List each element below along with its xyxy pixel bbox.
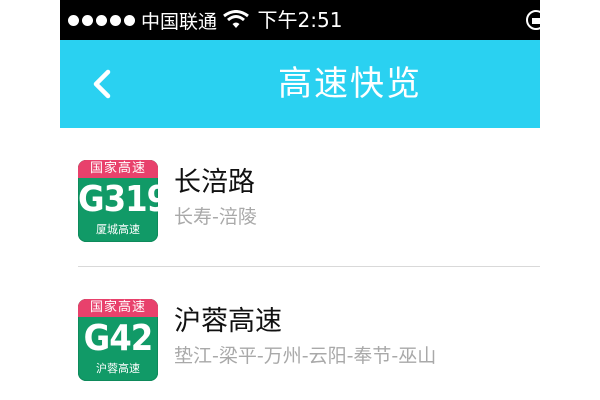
highway-shield-icon: 国家高速 G319 厦城高速: [78, 160, 158, 242]
navigation-bar: 高速快览: [60, 40, 540, 128]
highway-list-item[interactable]: 国家高速 G319 厦城高速 长涪路 长寿-涪陵: [60, 128, 540, 267]
badge-bottom-label: 厦城高速: [96, 223, 140, 236]
status-time: 下午2:51: [257, 8, 343, 32]
highway-shield-icon: 国家高速 G42 沪蓉高速: [78, 299, 158, 381]
rotation-lock-icon: [526, 10, 540, 30]
badge-top-label: 国家高速: [78, 160, 158, 178]
highway-code: G42: [83, 318, 154, 359]
highway-route: 垫江-梁平-万州-云阳-奉节-巫山: [174, 345, 437, 367]
highway-name: 长涪路: [174, 167, 255, 198]
highway-code: G319: [78, 179, 158, 220]
highway-list-item[interactable]: 国家高速 G42 沪蓉高速 沪蓉高速 垫江-梁平-万州-云阳-奉节-巫山: [60, 267, 540, 400]
highway-route: 长寿-涪陵: [174, 206, 257, 228]
highway-name: 沪蓉高速: [174, 306, 282, 337]
badge-top-label: 国家高速: [78, 299, 158, 317]
status-bar: 中国联通 下午2:51: [60, 0, 540, 40]
phone-screen: 中国联通 下午2:51 高速快览 国家高速 G319 厦城高速 长涪路 长寿-涪…: [60, 0, 540, 400]
badge-bottom-label: 沪蓉高速: [96, 362, 140, 375]
page-title: 高速快览: [278, 64, 422, 104]
